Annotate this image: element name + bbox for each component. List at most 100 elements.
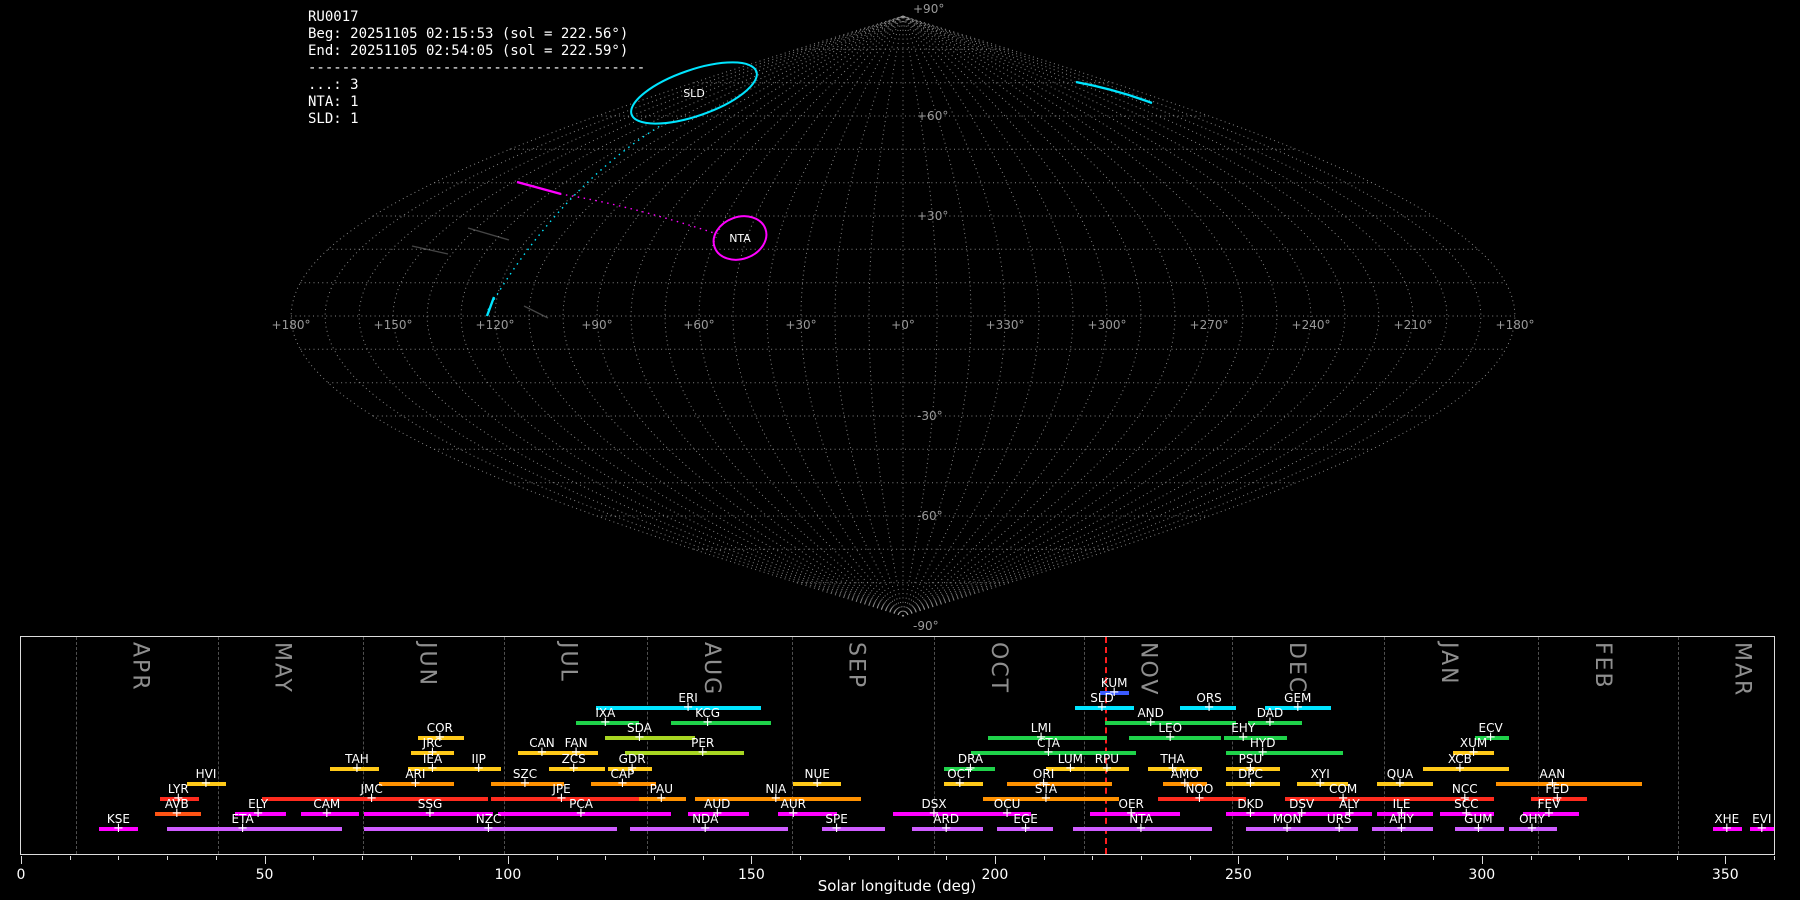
- shower-peak-GEM: +: [1292, 700, 1304, 716]
- shower-bar-ORI: [1007, 781, 1112, 786]
- shower-peak-NOO: +: [1193, 790, 1205, 806]
- axis-tick: [361, 856, 363, 860]
- shower-peak-HVI: +: [200, 775, 212, 791]
- x-axis-title: Solar longitude (deg): [817, 877, 977, 895]
- shower-bar-AAN: [1496, 781, 1643, 786]
- shower-peak-QUA: +: [1394, 775, 1406, 791]
- month-boundary-AUG: [647, 637, 649, 854]
- month-boundary-JUL: [503, 637, 505, 854]
- shower-peak-URS: +: [1333, 820, 1345, 836]
- month-label-SEP: SEP: [843, 642, 869, 690]
- shower-peak-NZC: +: [483, 820, 494, 836]
- shower-peak-LEO: +: [1164, 730, 1176, 746]
- axis-tick: [1141, 856, 1142, 860]
- shower-peak-NDA: +: [699, 820, 711, 836]
- shower-peak-RPU: +: [1101, 760, 1113, 776]
- shower-peak-DAD: +: [1264, 715, 1276, 731]
- month-label-JUN: JUN: [414, 642, 440, 688]
- shower-peak-XYI: +: [1314, 775, 1326, 791]
- month-boundary-JUN: [362, 637, 364, 854]
- axis-tick-label: 350: [1711, 867, 1739, 883]
- axis-tick: [946, 856, 948, 860]
- shower-peak-PER: +: [697, 745, 709, 761]
- axis-tick: [1092, 856, 1094, 860]
- shower-peak-SLD: +: [1096, 700, 1108, 716]
- shower-peak-SPE: +: [831, 820, 843, 836]
- shower-peak-ARD: +: [940, 820, 952, 836]
- shower-peak-XCB: +: [1454, 760, 1466, 776]
- shower-peak-EGE: +: [1020, 820, 1032, 836]
- shower-peak-SZC: +: [519, 775, 531, 791]
- shower-peak-ETA: +: [237, 820, 249, 836]
- month-boundary-NOV: [1083, 637, 1085, 854]
- shower-bar-SDA: [605, 736, 696, 741]
- shower-peak-CAM: +: [321, 805, 333, 821]
- shower-peak-SDA: +: [633, 730, 645, 746]
- axis-tick: [1433, 856, 1435, 860]
- month-label-MAY: MAY: [269, 642, 295, 694]
- month-label-FEB: FEB: [1590, 642, 1616, 690]
- month-boundary-SEP: [791, 637, 793, 854]
- shower-peak-EVI: +: [1756, 820, 1768, 836]
- axis-tick: [21, 856, 22, 864]
- shower-peak-DKD: +: [1245, 805, 1256, 821]
- shower-peak-ARI: +: [409, 775, 421, 791]
- activity-timeline: Solar longitude (deg) APR MAY JUN JUL AUG SEP…: [0, 0, 1800, 900]
- shower-peak-JMC: +: [366, 790, 378, 806]
- shower-peak-NIA: +: [770, 790, 782, 806]
- month-label-JAN: JAN: [1436, 642, 1462, 686]
- axis-tick: [313, 856, 315, 860]
- axis-tick: [459, 856, 461, 860]
- month-boundary-JAN: [1384, 637, 1386, 854]
- shower-peak-IEA: +: [427, 760, 438, 776]
- shower-peak-AHY: +: [1396, 820, 1407, 836]
- axis-tick: [751, 856, 753, 864]
- shower-peak-TAH: +: [351, 760, 363, 776]
- shower-peak-ORS: +: [1203, 700, 1215, 716]
- axis-tick: [848, 856, 850, 860]
- axis-tick-label: 50: [255, 867, 274, 883]
- shower-peak-AVB: +: [171, 805, 183, 821]
- axis-tick: [1774, 856, 1775, 860]
- shower-peak-IIP: +: [473, 760, 485, 776]
- shower-peak-OHY: +: [1526, 820, 1538, 836]
- axis-tick: [556, 856, 558, 860]
- shower-peak-NUE: +: [811, 775, 823, 791]
- axis-tick: [507, 856, 509, 864]
- shower-peak-CAN: +: [536, 745, 548, 761]
- shower-peak-JPE: +: [556, 790, 567, 806]
- shower-peak-EHY: +: [1237, 730, 1249, 746]
- shower-peak-CTA: +: [1043, 745, 1054, 761]
- axis-tick: [702, 856, 704, 860]
- axis-tick-label: 150: [738, 867, 765, 883]
- shower-peak-IXA: +: [599, 715, 611, 731]
- axis-tick: [167, 856, 169, 860]
- shower-peak-CAP: +: [616, 775, 628, 791]
- shower-bar-ETA: [167, 826, 343, 831]
- shower-peak-AUR: +: [787, 805, 799, 821]
- month-boundary-DEC: [1232, 637, 1233, 854]
- axis-tick: [1335, 856, 1337, 860]
- shower-peak-XHE: +: [1721, 820, 1733, 836]
- meteor-radiants-plot: +180° +150° +120° +90° +60° +30° +0° +330° +300°…: [0, 0, 1800, 900]
- shower-peak-MON: +: [1281, 820, 1293, 836]
- axis-tick: [1627, 856, 1629, 860]
- shower-peak-ZCS: +: [568, 760, 580, 776]
- shower-peak-DPC: +: [1245, 775, 1256, 791]
- shower-peak-OCU: +: [1001, 805, 1013, 821]
- axis-tick: [410, 856, 412, 860]
- axis-tick-label: 200: [981, 867, 1009, 883]
- axis-tick-label: 100: [494, 867, 522, 883]
- shower-peak-LUM: +: [1064, 760, 1076, 776]
- axis-tick-label: 300: [1468, 867, 1496, 883]
- shower-peak-KCG: +: [702, 715, 714, 731]
- axis-tick: [215, 856, 217, 860]
- axis-tick-label: 250: [1225, 867, 1252, 883]
- axis-tick: [1238, 856, 1240, 864]
- shower-bar-KCG: [671, 721, 771, 726]
- shower-peak-ERI: +: [682, 700, 694, 716]
- axis-tick: [1481, 856, 1483, 864]
- month-label-DEC: DEC: [1283, 642, 1309, 695]
- month-boundary-MAY: [217, 637, 219, 854]
- axis-tick: [800, 856, 802, 860]
